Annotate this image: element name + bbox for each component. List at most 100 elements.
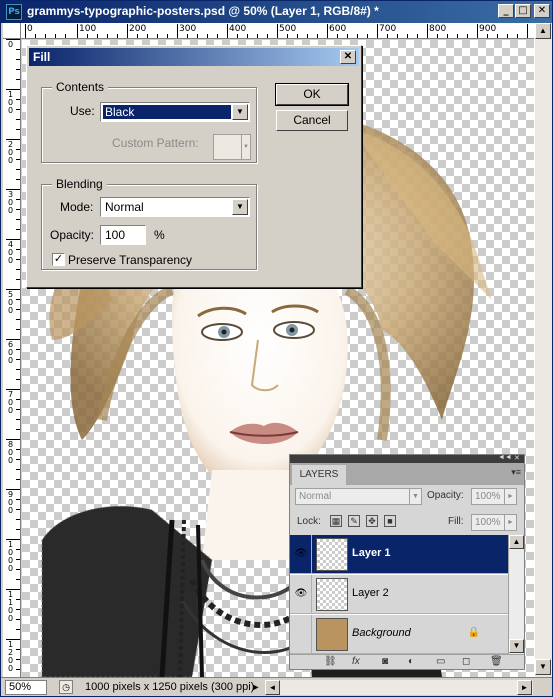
layer-fill-input[interactable]: 100% ► [471, 514, 517, 531]
dialog-title-bar[interactable]: Fill ✕ [29, 48, 359, 66]
mask-icon[interactable]: ◙ [382, 656, 388, 667]
scroll-down-button[interactable]: ▼ [535, 659, 551, 675]
layers-panel: ◄◄ ✕ LAYERS ▾≡ Normal ▼ Opacity: 100% ► … [289, 454, 525, 670]
lock-icon: 🔒 [467, 627, 480, 638]
horizontal-ruler[interactable]: 0 100 200 300 400 500 600 700 800 900 [21, 23, 534, 39]
mode-select[interactable]: Normal ▼ [100, 197, 250, 217]
visibility-toggle[interactable] [291, 615, 312, 653]
opacity-input[interactable]: 100 [100, 225, 146, 245]
window-title: grammys-typographic-posters.psd @ 50% (L… [27, 4, 379, 18]
ruler-label: 500 [279, 24, 297, 34]
layer-thumbnail [316, 578, 348, 611]
minimize-button[interactable]: _ [498, 4, 514, 18]
photoshop-app-icon: Ps [6, 4, 22, 20]
use-value: Black [103, 105, 231, 119]
maximize-button[interactable]: □ [515, 4, 531, 18]
ruler-label: 200 [129, 24, 147, 34]
tab-layers[interactable]: LAYERS [292, 465, 346, 485]
status-info-icon[interactable]: ◷ [59, 680, 73, 694]
ruler-label: 300 [179, 24, 197, 34]
layer-name: Layer 1 [352, 547, 391, 559]
close-button[interactable]: ✕ [534, 4, 550, 18]
preserve-transparency-label: Preserve Transparency [68, 253, 193, 267]
layers-scrollbar[interactable]: ▲ ▼ [508, 535, 524, 654]
scroll-up-button[interactable]: ▲ [509, 535, 524, 549]
ruler-label: 6 0 0 [8, 340, 14, 365]
ruler-label: 800 [429, 24, 447, 34]
mode-value: Normal [105, 200, 144, 214]
chevron-down-icon: ▼ [232, 104, 248, 120]
document-info: 1000 pixels x 1250 pixels (300 ppi) [85, 681, 255, 693]
scroll-left-button[interactable]: ◄ [265, 680, 280, 695]
ruler-label: 7 0 0 [8, 390, 14, 415]
chevron-down-icon: ▼ [232, 199, 248, 215]
layer-row-background[interactable]: Background 🔒 [290, 615, 508, 654]
group-label: Contents [52, 80, 109, 94]
blend-mode-select[interactable]: Normal ▼ [295, 488, 422, 505]
status-menu-arrow-icon[interactable]: ► [249, 680, 263, 694]
dialog-close-button[interactable]: ✕ [340, 50, 356, 64]
lock-pixels-icon[interactable]: ✎ [348, 515, 360, 527]
folder-icon[interactable]: ▭ [436, 656, 445, 667]
new-layer-icon[interactable]: ◻ [462, 656, 470, 667]
collapse-icon[interactable]: ◄◄ [498, 454, 512, 461]
ruler-label: 600 [329, 24, 347, 34]
preserve-transparency-checkbox[interactable]: ✓ [52, 253, 65, 266]
link-icon[interactable]: ⛓ [324, 656, 337, 667]
scroll-down-button[interactable]: ▼ [509, 639, 524, 653]
horizontal-scrollbar[interactable]: ◄ ► [265, 680, 533, 695]
layer-opacity-label: Opacity: [427, 490, 464, 501]
scroll-up-button[interactable]: ▲ [535, 23, 551, 39]
layer-row-layer-1[interactable]: 👁 Layer 1 [290, 535, 508, 574]
visibility-eye-icon[interactable]: 👁 [291, 535, 312, 573]
layer-thumbnail [316, 538, 348, 571]
adjustment-icon[interactable]: ◐ [408, 656, 414, 667]
chevron-right-icon: ► [504, 489, 516, 504]
ruler-label: 900 [479, 24, 497, 34]
ok-button[interactable]: OK [275, 83, 349, 106]
blend-mode-value: Normal [299, 491, 332, 502]
layer-name: Layer 2 [352, 587, 389, 599]
lock-position-icon[interactable]: ✥ [366, 515, 378, 527]
ruler-origin[interactable] [3, 23, 21, 39]
mode-label: Mode: [60, 200, 94, 214]
ruler-label: 5 0 0 [8, 290, 14, 315]
layer-row-layer-2[interactable]: 👁 Layer 2 [290, 575, 508, 614]
lock-all-icon[interactable]: ■ [384, 515, 396, 527]
use-select[interactable]: Black ▼ [100, 102, 250, 122]
custom-pattern-label: Custom Pattern: [112, 136, 199, 150]
ruler-label: 3 0 0 [8, 190, 14, 215]
ruler-label: 8 0 0 [8, 440, 14, 465]
ruler-label: 1 0 0 [8, 90, 14, 115]
fx-icon[interactable]: fx [352, 656, 360, 667]
trash-icon[interactable]: 🗑 [490, 656, 503, 667]
lock-transparent-icon[interactable]: ▦ [330, 515, 342, 527]
scroll-right-button[interactable]: ► [517, 680, 532, 695]
blending-group: Blending Mode: Normal ▼ Opacity: 100 % ✓… [41, 177, 257, 270]
layer-list: 👁 Layer 1 👁 Layer 2 Background 🔒 [290, 535, 508, 654]
layer-name: Background [352, 627, 411, 639]
ruler-label: 0 [8, 40, 14, 49]
chevron-right-icon: ► [504, 515, 516, 530]
ruler-label: 100 [79, 24, 97, 34]
vertical-scrollbar[interactable]: ▲ ▼ [534, 23, 552, 677]
ruler-label: 700 [379, 24, 397, 34]
layers-bottom-bar: ⛓ fx ◙ ◐ ▭ ◻ 🗑 [290, 654, 524, 669]
layer-opacity-input[interactable]: 100% ► [471, 488, 517, 505]
close-icon[interactable]: ✕ [514, 454, 520, 462]
ruler-label: 2 0 0 [8, 140, 14, 165]
opacity-label: Opacity: [50, 228, 95, 242]
ruler-label: 1 0 0 0 [8, 540, 14, 573]
title-bar[interactable]: Ps grammys-typographic-posters.psd @ 50%… [1, 1, 552, 23]
layer-fill-value: 100% [475, 517, 501, 528]
vertical-ruler[interactable]: 0 1 0 0 2 0 0 3 0 0 4 0 0 5 0 0 6 0 0 7 … [3, 39, 21, 677]
fill-label: Fill: [448, 516, 464, 527]
visibility-eye-icon[interactable]: 👁 [291, 575, 312, 613]
zoom-field[interactable]: 50% [5, 680, 47, 695]
panel-menu-icon[interactable]: ▾≡ [511, 467, 521, 478]
ruler-label: 400 [229, 24, 247, 34]
custom-pattern-picker[interactable]: ▼ [213, 134, 251, 160]
document-window: Ps grammys-typographic-posters.psd @ 50%… [0, 0, 553, 697]
cancel-button[interactable]: Cancel [276, 110, 348, 131]
panel-header-bar[interactable]: ◄◄ ✕ [290, 454, 524, 463]
